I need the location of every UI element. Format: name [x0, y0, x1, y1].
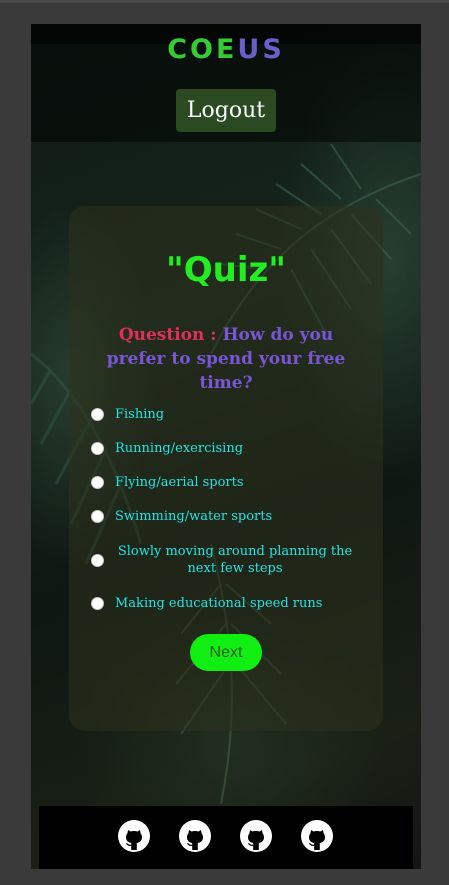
top-navbar: COEUS Logout: [31, 24, 421, 142]
github-icon[interactable]: [179, 820, 211, 852]
next-button[interactable]: Next: [190, 634, 262, 671]
answer-option[interactable]: Running/exercising: [91, 440, 371, 457]
github-icon[interactable]: [118, 820, 150, 852]
question-text: Question : How do you prefer to spend yo…: [99, 323, 353, 395]
answer-option-label: Running/exercising: [115, 441, 244, 456]
radio-button[interactable]: [91, 553, 104, 567]
app-viewport: COEUS Logout "Quiz" Question : How do yo…: [31, 24, 421, 869]
logout-button[interactable]: Logout: [176, 89, 276, 132]
brand-text-green: COE: [167, 34, 238, 65]
answer-option[interactable]: Flying/aerial sports: [91, 474, 371, 491]
footer: [39, 806, 413, 869]
answer-option[interactable]: Swimming/water sports: [91, 508, 371, 525]
question-prefix: Question :: [118, 325, 223, 345]
answer-option-label: Swimming/water sports: [115, 509, 273, 524]
radio-button[interactable]: [91, 442, 104, 455]
radio-button[interactable]: [91, 597, 104, 610]
radio-button[interactable]: [91, 476, 104, 489]
brand-logo[interactable]: COEUS: [31, 34, 421, 65]
window-top-border: [0, 0, 449, 3]
answer-option-label: Slowly moving around planning the next f…: [117, 544, 353, 576]
quiz-title: "Quiz": [166, 250, 286, 290]
radio-button[interactable]: [91, 510, 104, 523]
answer-option-label: Flying/aerial sports: [115, 475, 244, 490]
quiz-card: "Quiz" Question : How do you prefer to s…: [69, 206, 383, 731]
answer-option[interactable]: Fishing: [91, 406, 371, 423]
answer-option[interactable]: Making educational speed runs: [91, 595, 371, 612]
brand-text-purple: US: [237, 34, 285, 65]
window-right-border: [421, 24, 449, 885]
radio-button[interactable]: [91, 408, 104, 421]
answer-option-label: Making educational speed runs: [115, 596, 323, 611]
answer-option[interactable]: Slowly moving around planning the next f…: [91, 543, 371, 577]
answer-option-label: Fishing: [115, 407, 165, 422]
github-icon[interactable]: [301, 820, 333, 852]
github-icon[interactable]: [240, 820, 272, 852]
